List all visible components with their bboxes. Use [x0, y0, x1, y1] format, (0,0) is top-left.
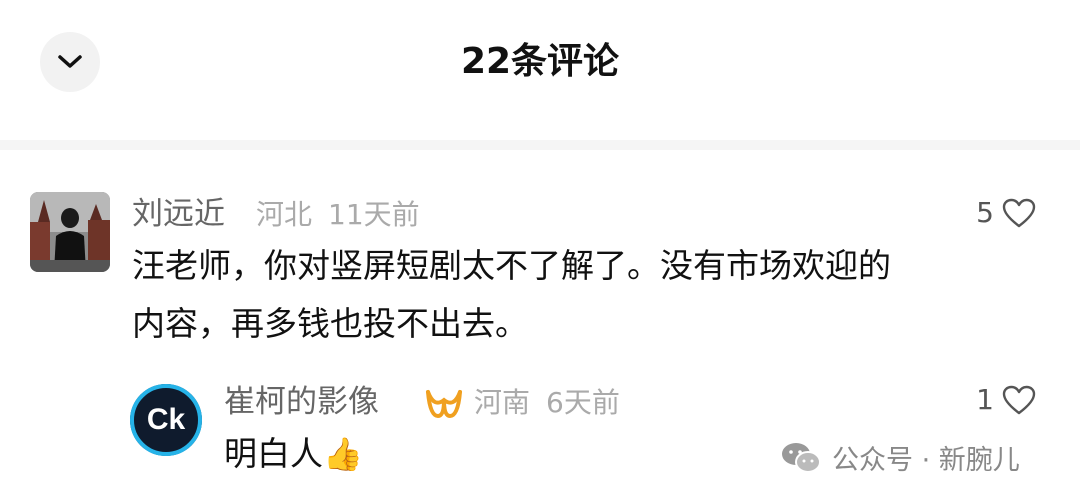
wechat-icon: [782, 442, 821, 473]
like-count: 1: [976, 383, 994, 416]
heart-icon: [1002, 385, 1036, 414]
reply-time: 6天前: [546, 386, 620, 419]
reply-text: 明白人👍: [224, 425, 363, 483]
reply-location: 河南: [474, 386, 531, 419]
watermark: 公众号 · 新腕儿: [780, 438, 1020, 477]
reply-name[interactable]: 崔柯的影像: [224, 382, 379, 422]
reply-text-content: 明白人: [224, 434, 323, 473]
comment-text-line: 内容，再多钱也投不出去。: [132, 304, 528, 343]
like-control[interactable]: 5: [976, 196, 1036, 229]
comments-header: 22条评论: [0, 0, 1080, 140]
heart-icon: [1002, 198, 1036, 227]
thumbs-up-emoji: 👍: [323, 435, 363, 473]
avatar-ring: [130, 384, 202, 456]
verified-badge-icon: [426, 390, 462, 419]
reply-avatar[interactable]: Ck: [130, 384, 202, 456]
like-count: 5: [976, 196, 994, 229]
header-divider: [0, 140, 1080, 150]
avatar-photo: [30, 192, 110, 272]
watermark-text: 公众号 · 新腕儿: [832, 445, 1020, 476]
comment-time: 11天前: [328, 198, 420, 231]
reply-like-control[interactable]: 1: [976, 383, 1036, 416]
avatar[interactable]: [30, 192, 110, 272]
commenter-name[interactable]: 刘远近: [132, 194, 225, 234]
comments-count-title: 22条评论: [460, 41, 620, 82]
comment-location: 河北: [256, 198, 313, 231]
comment-text-line: 汪老师，你对竖屏短剧太不了解了。没有市场欢迎的: [132, 246, 891, 285]
